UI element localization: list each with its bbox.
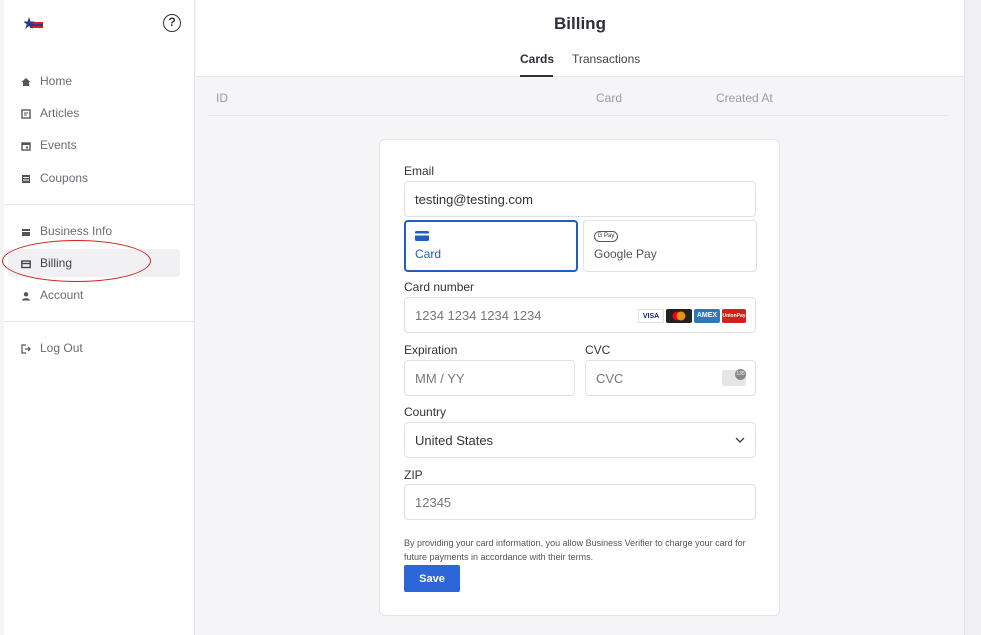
events-icon <box>21 140 31 151</box>
coupons-icon <box>21 173 31 183</box>
sidebar-item-logout[interactable]: Log Out <box>4 334 195 362</box>
sidebar-item-label: Events <box>40 138 77 152</box>
logo-icon[interactable] <box>24 17 44 31</box>
amex-icon: AMEX <box>694 309 720 323</box>
expiration-label: Expiration <box>404 343 458 357</box>
mastercard-icon <box>666 309 692 323</box>
payment-form: Email testing@testing.com Card G Pay Goo… <box>379 139 780 616</box>
unionpay-icon: UnionPay <box>722 309 746 323</box>
zip-label: ZIP <box>404 468 423 482</box>
sidebar-item-articles[interactable]: Articles <box>4 99 195 127</box>
cvc-placeholder: CVC <box>596 370 624 386</box>
main-content: Billing Cards Transactions ID Card Creat… <box>196 0 964 635</box>
sidebar-item-label: Articles <box>40 106 80 120</box>
right-edge-panel <box>964 0 981 635</box>
sidebar-item-billing[interactable]: Billing <box>8 249 180 277</box>
email-label: Email <box>404 164 435 178</box>
business-info-icon <box>21 226 31 236</box>
sidebar-item-label: Business Info <box>40 224 113 238</box>
cvc-card-icon: 135 <box>722 369 746 386</box>
tab-cards[interactable]: Cards <box>520 52 554 66</box>
card-number-placeholder: 1234 1234 1234 1234 <box>415 307 542 323</box>
sidebar-item-coupons[interactable]: Coupons <box>4 164 195 192</box>
logout-icon <box>21 343 31 354</box>
column-header-id: ID <box>216 91 228 105</box>
home-icon <box>21 76 31 86</box>
country-value: United States <box>415 432 494 448</box>
sidebar: ? Home Articles Events Coupons Business … <box>4 0 195 635</box>
cvc-badge: 135 <box>735 369 746 380</box>
card-number-label: Card number <box>404 280 475 294</box>
payment-method-google-pay-label: Google Pay <box>594 247 657 261</box>
visa-icon: VISA <box>638 309 664 323</box>
country-select[interactable]: United States <box>404 422 756 458</box>
sidebar-divider <box>4 321 195 322</box>
sidebar-divider <box>4 204 195 205</box>
expiration-field[interactable]: MM / YY <box>404 360 575 396</box>
page-header: Billing Cards Transactions <box>196 0 964 77</box>
sidebar-item-business-info[interactable]: Business Info <box>4 217 195 245</box>
column-header-created-at: Created At <box>716 91 773 105</box>
expiration-placeholder: MM / YY <box>415 370 465 386</box>
payment-method-google-pay[interactable]: G Pay Google Pay <box>583 220 757 272</box>
email-field[interactable]: testing@testing.com <box>404 181 756 217</box>
sidebar-item-label: Coupons <box>40 171 89 185</box>
sidebar-item-label: Billing <box>40 256 73 270</box>
payment-method-card[interactable]: Card <box>404 220 578 272</box>
sidebar-item-label: Log Out <box>40 341 83 355</box>
card-number-field[interactable]: 1234 1234 1234 1234 VISA AMEX UnionPay <box>404 297 756 333</box>
save-button[interactable]: Save <box>404 565 460 592</box>
zip-placeholder: 12345 <box>415 494 452 510</box>
sidebar-item-home[interactable]: Home <box>4 67 195 95</box>
help-icon[interactable]: ? <box>163 14 181 32</box>
country-label: Country <box>404 405 447 419</box>
sidebar-item-account[interactable]: Account <box>4 281 195 309</box>
billing-icon <box>21 258 31 269</box>
zip-field[interactable]: 12345 <box>404 484 756 520</box>
sidebar-item-label: Home <box>40 74 73 88</box>
chevron-down-icon <box>735 437 745 443</box>
card-icon <box>415 231 429 241</box>
table-header-divider <box>208 115 948 116</box>
email-value: testing@testing.com <box>415 191 533 207</box>
google-pay-icon: G Pay <box>594 231 618 242</box>
cvc-label: CVC <box>585 343 611 357</box>
tab-transactions[interactable]: Transactions <box>572 52 640 66</box>
sidebar-item-label: Account <box>40 288 84 302</box>
page-title: Billing <box>554 14 606 33</box>
terms-disclaimer: By providing your card information, you … <box>404 538 746 562</box>
sidebar-item-events[interactable]: Events <box>4 131 195 159</box>
cvc-field[interactable]: CVC 135 <box>585 360 756 396</box>
account-icon <box>21 290 31 301</box>
active-tab-indicator <box>520 75 553 77</box>
articles-icon <box>21 108 31 119</box>
column-header-card: Card <box>596 91 623 105</box>
payment-method-card-label: Card <box>415 247 442 261</box>
